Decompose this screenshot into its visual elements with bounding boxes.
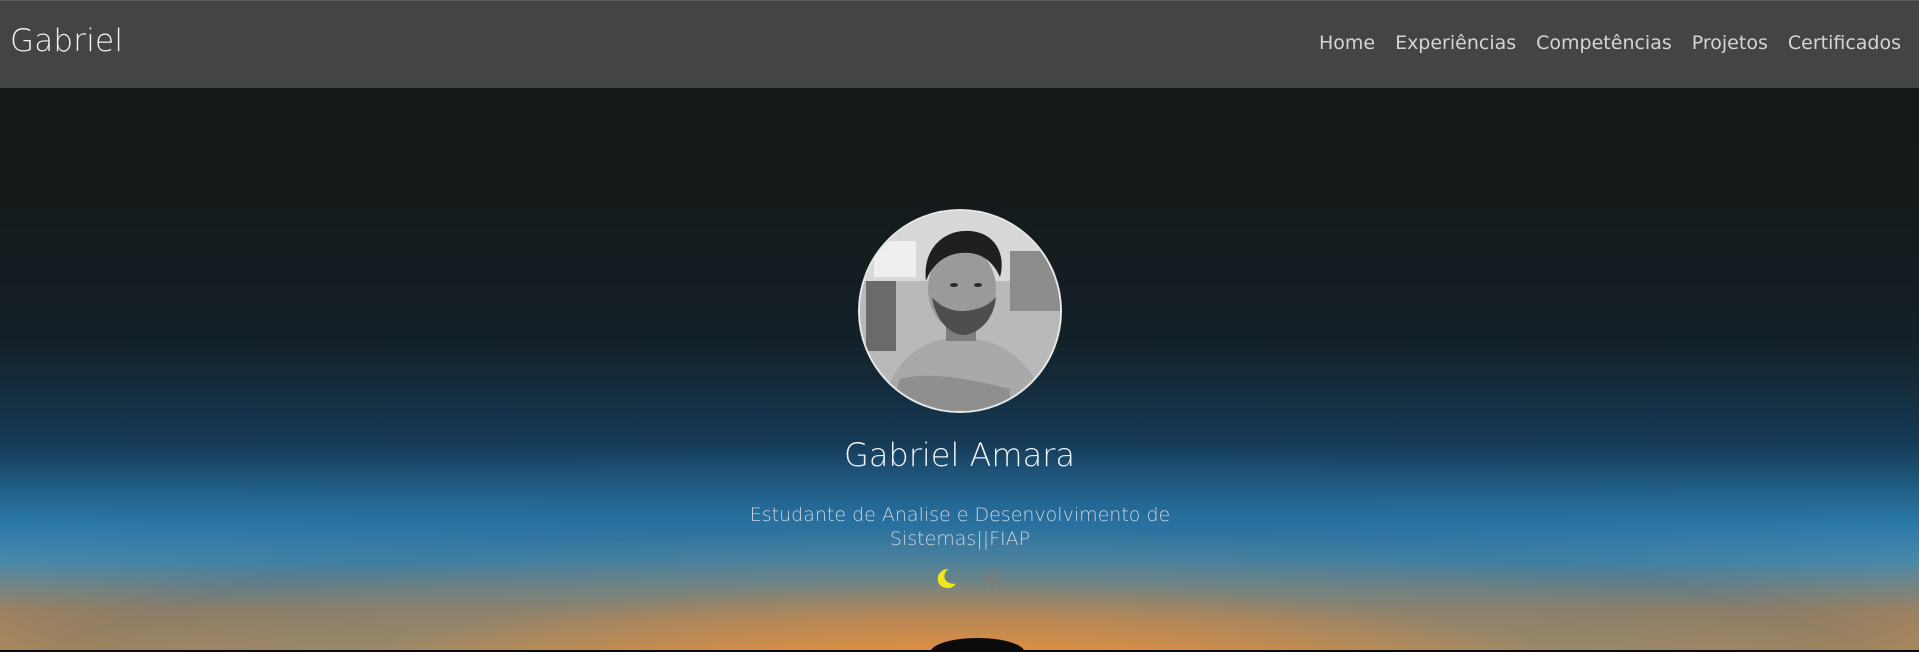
brand-logo[interactable]: Gabriel (10, 23, 123, 59)
profile-subtitle: Estudante de Analise e Desenvolvimento d… (749, 504, 1171, 550)
navbar: Gabriel Home Experiências Competências P… (0, 0, 1919, 88)
nav-link-home[interactable]: Home (1319, 32, 1375, 54)
nav-link-certificados[interactable]: Certificados (1788, 32, 1901, 54)
page: Gabriel Home Experiências Competências P… (0, 0, 1919, 652)
profile-photo (860, 211, 1060, 411)
dark-mode-button[interactable] (934, 566, 958, 590)
moon-icon (937, 568, 957, 589)
nav-links: Home Experiências Competências Projetos … (1319, 32, 1901, 54)
nav-link-experiencias[interactable]: Experiências (1395, 32, 1516, 54)
nav-link-projetos[interactable]: Projetos (1692, 32, 1768, 54)
theme-toggle (934, 566, 1004, 590)
light-mode-button[interactable] (980, 566, 1004, 590)
profile-name: Gabriel Amara (844, 436, 1075, 474)
nav-link-competencias[interactable]: Competências (1536, 32, 1672, 54)
avatar (858, 209, 1062, 413)
sun-icon (982, 568, 1002, 588)
